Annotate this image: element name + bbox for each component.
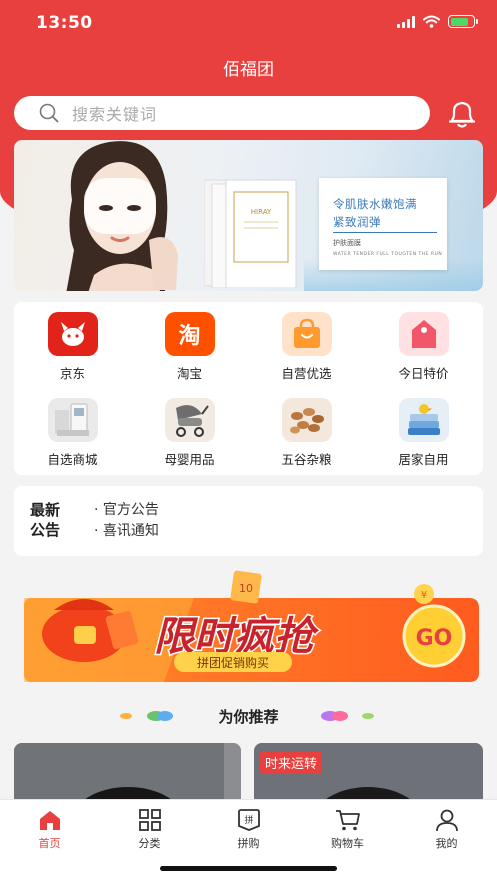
category-label: 淘宝: [176, 366, 202, 381]
category-label: 母婴用品: [164, 452, 215, 467]
jd-icon: [47, 312, 98, 356]
battery-icon: [448, 15, 478, 28]
announcement-list: · 官方公告 · 喜讯通知: [94, 500, 159, 542]
product-badge: 时来运转: [260, 751, 323, 774]
shopping-bag-icon: [281, 312, 332, 356]
status-time: 13:50: [36, 13, 93, 33]
category-self-operated[interactable]: 自营优选: [248, 312, 365, 382]
category-label: 居家自用: [398, 452, 449, 467]
category-grid: 京东 淘 淘宝 自营优选 今日特价 自选商城 母婴用品 五谷杂粮 居家自用: [14, 302, 483, 475]
tab-label: 购物车: [331, 837, 364, 850]
mall-icon: [47, 398, 98, 442]
tab-label: 我的: [435, 837, 458, 850]
tab-label: 拼购: [237, 837, 260, 850]
announcement-item[interactable]: · 官方公告: [94, 500, 159, 521]
recommend-title: 为你推荐: [218, 708, 279, 726]
announcement-panel[interactable]: 最新 公告 · 官方公告 · 喜讯通知: [14, 486, 483, 556]
status-bar: 13:50: [0, 0, 497, 44]
banner-tagline: WATER TENDER FULL TOUGTEN THE RUN: [333, 252, 443, 257]
tab-cart[interactable]: 购物车: [298, 808, 397, 851]
banner-headline-2: 紧致润弹: [333, 215, 381, 229]
flash-sale-banner[interactable]: 10 ¥ 限时疯抢 拼团促销购买 GO: [14, 568, 483, 688]
category-baby[interactable]: 母婴用品: [131, 398, 248, 468]
tab-profile[interactable]: 我的: [397, 808, 496, 851]
category-jd[interactable]: 京东: [14, 312, 131, 382]
banner-headline-1: 令肌肤水嫩饱满: [333, 197, 417, 211]
grid-icon: [138, 809, 161, 831]
category-daily-deals[interactable]: 今日特价: [365, 312, 482, 382]
taobao-glyph: 淘: [178, 324, 201, 349]
bell-icon[interactable]: [445, 98, 479, 130]
mask-brand-text: HIRAY: [251, 208, 272, 216]
stroller-icon: [164, 398, 215, 442]
home-icon: [39, 811, 60, 830]
tab-group-buy[interactable]: 拼 拼购: [199, 808, 298, 851]
banner-carousel[interactable]: HIRAY 令肌肤水嫩饱满 紧致润弹 护肤面膜 WATER TENDER FUL…: [14, 140, 483, 291]
category-label: 今日特价: [398, 366, 449, 381]
home-indicator[interactable]: [160, 866, 337, 871]
search-placeholder: 搜索关键词: [72, 105, 158, 124]
tab-home[interactable]: 首页: [0, 808, 99, 851]
category-label: 五谷杂粮: [281, 452, 332, 467]
category-label: 京东: [59, 366, 85, 381]
user-icon: [435, 809, 458, 832]
group-buy-icon: 拼: [237, 809, 260, 831]
category-label: 自营优选: [281, 366, 332, 381]
announcement-tag: 最新 公告: [30, 500, 70, 540]
promo-tag-number: 10: [239, 582, 253, 595]
title-decoration-right: [321, 711, 374, 721]
grains-icon: [281, 398, 332, 442]
search-icon: [39, 103, 59, 123]
tab-label: 首页: [38, 837, 61, 850]
category-taobao[interactable]: 淘 淘宝: [131, 312, 248, 382]
app-title: 佰福团: [223, 60, 274, 80]
wifi-icon: [423, 15, 440, 28]
cart-icon: [335, 810, 360, 831]
towels-icon: [398, 398, 449, 442]
group-buy-glyph: 拼: [244, 814, 253, 826]
category-grains[interactable]: 五谷杂粮: [248, 398, 365, 468]
promo-subtitle: 拼团促销购买: [197, 655, 269, 670]
coin-icon: ¥: [421, 590, 427, 601]
banner-divider: [333, 232, 437, 233]
mask-package-image: HIRAY: [204, 179, 297, 288]
announcement-tag-line1: 最新: [30, 501, 61, 519]
signal-icon: [397, 15, 415, 28]
tab-label: 分类: [138, 837, 161, 850]
price-tag-icon: [398, 312, 449, 356]
taobao-icon: 淘: [164, 312, 215, 356]
search-bar[interactable]: 搜索关键词: [14, 96, 430, 130]
status-icons: [397, 15, 478, 28]
banner-text-card: 令肌肤水嫩饱满 紧致润弹 护肤面膜 WATER TENDER FULL TOUG…: [319, 178, 447, 270]
banner-product-name: 护肤面膜: [333, 239, 361, 247]
announcement-item[interactable]: · 喜讯通知: [94, 521, 159, 542]
category-home[interactable]: 居家自用: [365, 398, 482, 468]
category-mall[interactable]: 自选商城: [14, 398, 131, 468]
promo-go-button: GO: [416, 626, 453, 651]
model-face-image: [66, 141, 178, 291]
announcement-tag-line2: 公告: [30, 521, 61, 539]
tab-category[interactable]: 分类: [100, 808, 199, 851]
category-label: 自选商城: [47, 452, 98, 467]
